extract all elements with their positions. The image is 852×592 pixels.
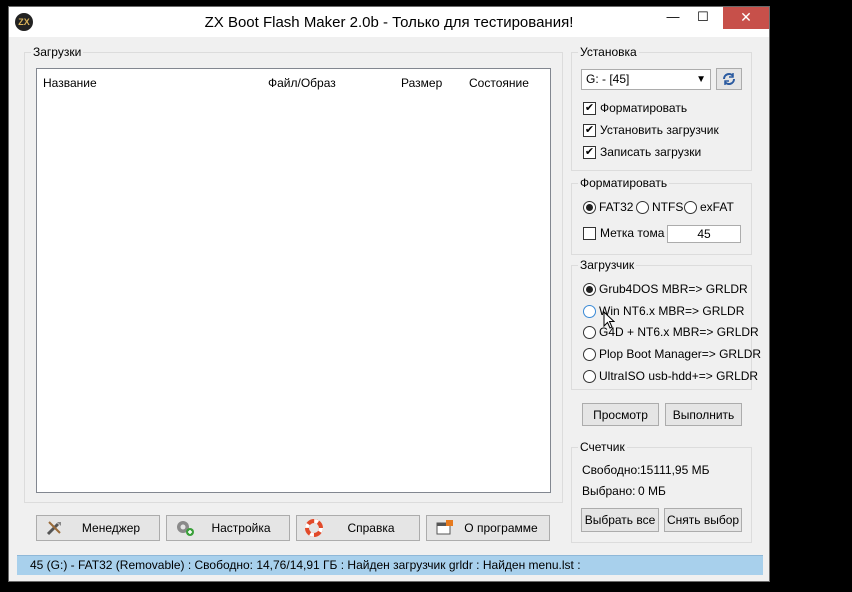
minimize-button[interactable]: — xyxy=(659,7,687,29)
loader-radio-grub4dos-dot xyxy=(583,282,596,296)
about-window-icon xyxy=(436,520,453,535)
selected-size-label: Выбрано: xyxy=(582,484,636,498)
ntfs-radio[interactable]: NTFS xyxy=(636,200,683,214)
free-space-label: Свободно: xyxy=(582,463,641,477)
drive-select-value: G: - [45] xyxy=(586,72,630,86)
main-window: ZX ZX Boot Flash Maker 2.0b - Только для… xyxy=(8,6,770,582)
loader-radio-plop[interactable]: Plop Boot Manager=> GRLDR xyxy=(583,347,761,361)
loader-radio-grub4dos-label: Grub4DOS MBR=> GRLDR xyxy=(599,282,748,296)
status-text: 45 (G:) - FAT32 (Removable) : Свободно: … xyxy=(30,558,581,572)
mouse-cursor-icon xyxy=(603,311,615,329)
loader-radio-win-nt6-label: Win NT6.x MBR=> GRLDR xyxy=(599,304,745,318)
deselect-button[interactable]: Снять выбор xyxy=(664,508,742,532)
loader-group-label: Загрузчик xyxy=(578,258,637,272)
fat32-radio[interactable]: FAT32 xyxy=(583,200,633,214)
install-loader-checkbox[interactable]: ✔ Установить загрузчик xyxy=(583,123,719,137)
refresh-icon xyxy=(723,73,735,85)
install-group-label: Установка xyxy=(578,45,639,59)
ntfs-radio-label: NTFS xyxy=(652,200,684,214)
window-title: ZX Boot Flash Maker 2.0b - Только для те… xyxy=(204,14,574,31)
counter-group-label: Счетчик xyxy=(578,440,627,454)
about-button-label: О программе xyxy=(464,521,538,535)
loader-radio-ultraiso-dot xyxy=(583,369,596,383)
format-group: Форматировать xyxy=(571,176,752,255)
write-loads-checkbox-label: Записать загрузки xyxy=(600,145,702,159)
select-all-button[interactable]: Выбрать все xyxy=(581,508,659,532)
fat32-radio-label: FAT32 xyxy=(599,200,634,214)
status-bar: 45 (G:) - FAT32 (Removable) : Свободно: … xyxy=(17,555,763,575)
install-loader-checkbox-box: ✔ xyxy=(583,123,596,137)
help-button[interactable]: Справка xyxy=(296,515,420,541)
help-button-label: Справка xyxy=(347,521,395,535)
execute-button[interactable]: Выполнить xyxy=(665,403,742,426)
column-file-header[interactable]: Файл/Образ xyxy=(268,76,336,90)
format-checkbox[interactable]: ✔ Форматировать xyxy=(583,101,687,115)
column-status-header[interactable]: Состояние xyxy=(469,76,529,90)
format-checkbox-box: ✔ xyxy=(583,101,596,115)
loader-radio-plop-dot xyxy=(583,347,596,361)
write-loads-checkbox-box: ✔ xyxy=(583,145,596,159)
ntfs-radio-dot xyxy=(636,200,649,214)
loader-radio-win-nt6-dot xyxy=(583,304,596,318)
downloads-list[interactable]: Название Файл/Образ Размер Состояние xyxy=(36,68,551,493)
install-loader-checkbox-label: Установить загрузчик xyxy=(600,123,719,137)
loader-radio-ultraiso[interactable]: UltraISO usb-hdd+=> GRLDR xyxy=(583,369,758,383)
loader-radio-plop-label: Plop Boot Manager=> GRLDR xyxy=(599,347,762,361)
exfat-radio-label: exFAT xyxy=(700,200,734,214)
about-button[interactable]: О программе xyxy=(426,515,550,541)
gear-icon xyxy=(177,521,194,536)
settings-button-label: Настройка xyxy=(211,521,271,535)
volume-label-checkbox-box xyxy=(583,226,596,240)
downloads-group-label: Загрузки xyxy=(31,45,84,59)
volume-label-input[interactable]: 45 xyxy=(667,225,741,243)
column-size-header[interactable]: Размер xyxy=(401,76,442,90)
loader-radio-grub4dos[interactable]: Grub4DOS MBR=> GRLDR xyxy=(583,282,748,296)
execute-button-label: Выполнить xyxy=(672,407,735,422)
exfat-radio[interactable]: exFAT xyxy=(684,200,734,214)
manager-button[interactable]: Менеджер xyxy=(36,515,160,541)
volume-label-checkbox[interactable]: Метка тома xyxy=(583,226,664,240)
view-button-label: Просмотр xyxy=(593,407,648,422)
chevron-down-icon: ▼ xyxy=(696,74,706,85)
drive-select[interactable]: G: - [45] ▼ xyxy=(581,69,711,90)
write-loads-checkbox[interactable]: ✔ Записать загрузки xyxy=(583,145,701,159)
loader-radio-ultraiso-label: UltraISO usb-hdd+=> GRLDR xyxy=(599,369,759,383)
free-space-value: 15111,95 МБ xyxy=(640,463,710,477)
maximize-button[interactable]: ☐ xyxy=(689,7,717,29)
deselect-button-label: Снять выбор xyxy=(666,513,740,527)
settings-button[interactable]: Настройка xyxy=(166,515,290,541)
selected-size-value: 0 МБ xyxy=(638,484,666,498)
title-bar[interactable]: ZX ZX Boot Flash Maker 2.0b - Только для… xyxy=(9,7,769,37)
manager-button-label: Менеджер xyxy=(81,521,141,535)
format-checkbox-label: Форматировать xyxy=(600,101,688,115)
volume-label-checkbox-label: Метка тома xyxy=(600,226,665,240)
fat32-radio-dot xyxy=(583,200,596,214)
tools-icon xyxy=(46,521,61,536)
refresh-drives-button[interactable] xyxy=(716,68,742,90)
column-name-header[interactable]: Название xyxy=(43,76,97,90)
loader-radio-g4d-nt6-label: G4D + NT6.x MBR=> GRLDR xyxy=(599,325,759,339)
lifebuoy-icon xyxy=(305,519,323,537)
exfat-radio-dot xyxy=(684,200,697,214)
loader-radio-g4d-nt6-dot xyxy=(583,325,596,339)
close-button[interactable]: ✕ xyxy=(723,7,769,29)
select-all-button-label: Выбрать все xyxy=(584,513,656,527)
format-group-label: Форматировать xyxy=(578,176,670,190)
view-button[interactable]: Просмотр xyxy=(582,403,659,426)
